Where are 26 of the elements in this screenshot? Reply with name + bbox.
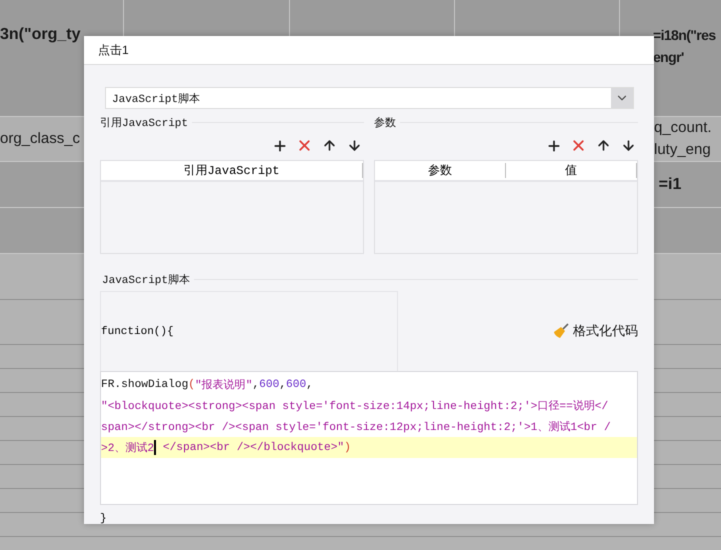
sheet-cell-text: =i1 [658, 176, 682, 193]
plus-icon[interactable] [272, 138, 288, 154]
arrow-down-icon[interactable] [621, 138, 636, 153]
column-header[interactable]: 值 [506, 163, 637, 178]
function-footer: } [100, 513, 107, 525]
chevron-down-icon[interactable] [611, 88, 633, 108]
sheet-cell-text: =i18n("res engr' [653, 27, 716, 65]
broom-icon [553, 323, 569, 339]
code-line: "<blockquote><strong><span style='font-size:14px;line-height:2;'>口径==说明</ [101, 399, 610, 415]
plus-icon[interactable] [546, 138, 562, 154]
section-heading: 引用JavaScript [100, 116, 188, 130]
column-header[interactable]: 参数 [375, 163, 506, 178]
sheet-cell-text: org_class_c [0, 130, 80, 147]
section-heading: JavaScript脚本 [102, 273, 190, 287]
code-line: span></strong><br /><span style='font-size:12px;line-height:2;'>1、测试1<br / [101, 420, 612, 436]
arrow-down-icon[interactable] [347, 138, 362, 153]
code-editor[interactable] [100, 371, 638, 505]
code-line: FR.showDialog("报表说明",600,600, [101, 378, 314, 394]
section-heading: 参数 [374, 116, 396, 130]
sheet-cell-text: 3n("org_ty [0, 26, 80, 43]
text-cursor [154, 440, 156, 455]
type-dropdown[interactable]: JavaScript脚本 [105, 87, 634, 109]
dialog-title: 点击1 [98, 42, 129, 58]
format-code-button[interactable]: 格式化代码 [553, 322, 638, 340]
function-header: function(){ [101, 326, 174, 338]
sheet-cell-text: q_count. luty_eng [654, 119, 712, 158]
